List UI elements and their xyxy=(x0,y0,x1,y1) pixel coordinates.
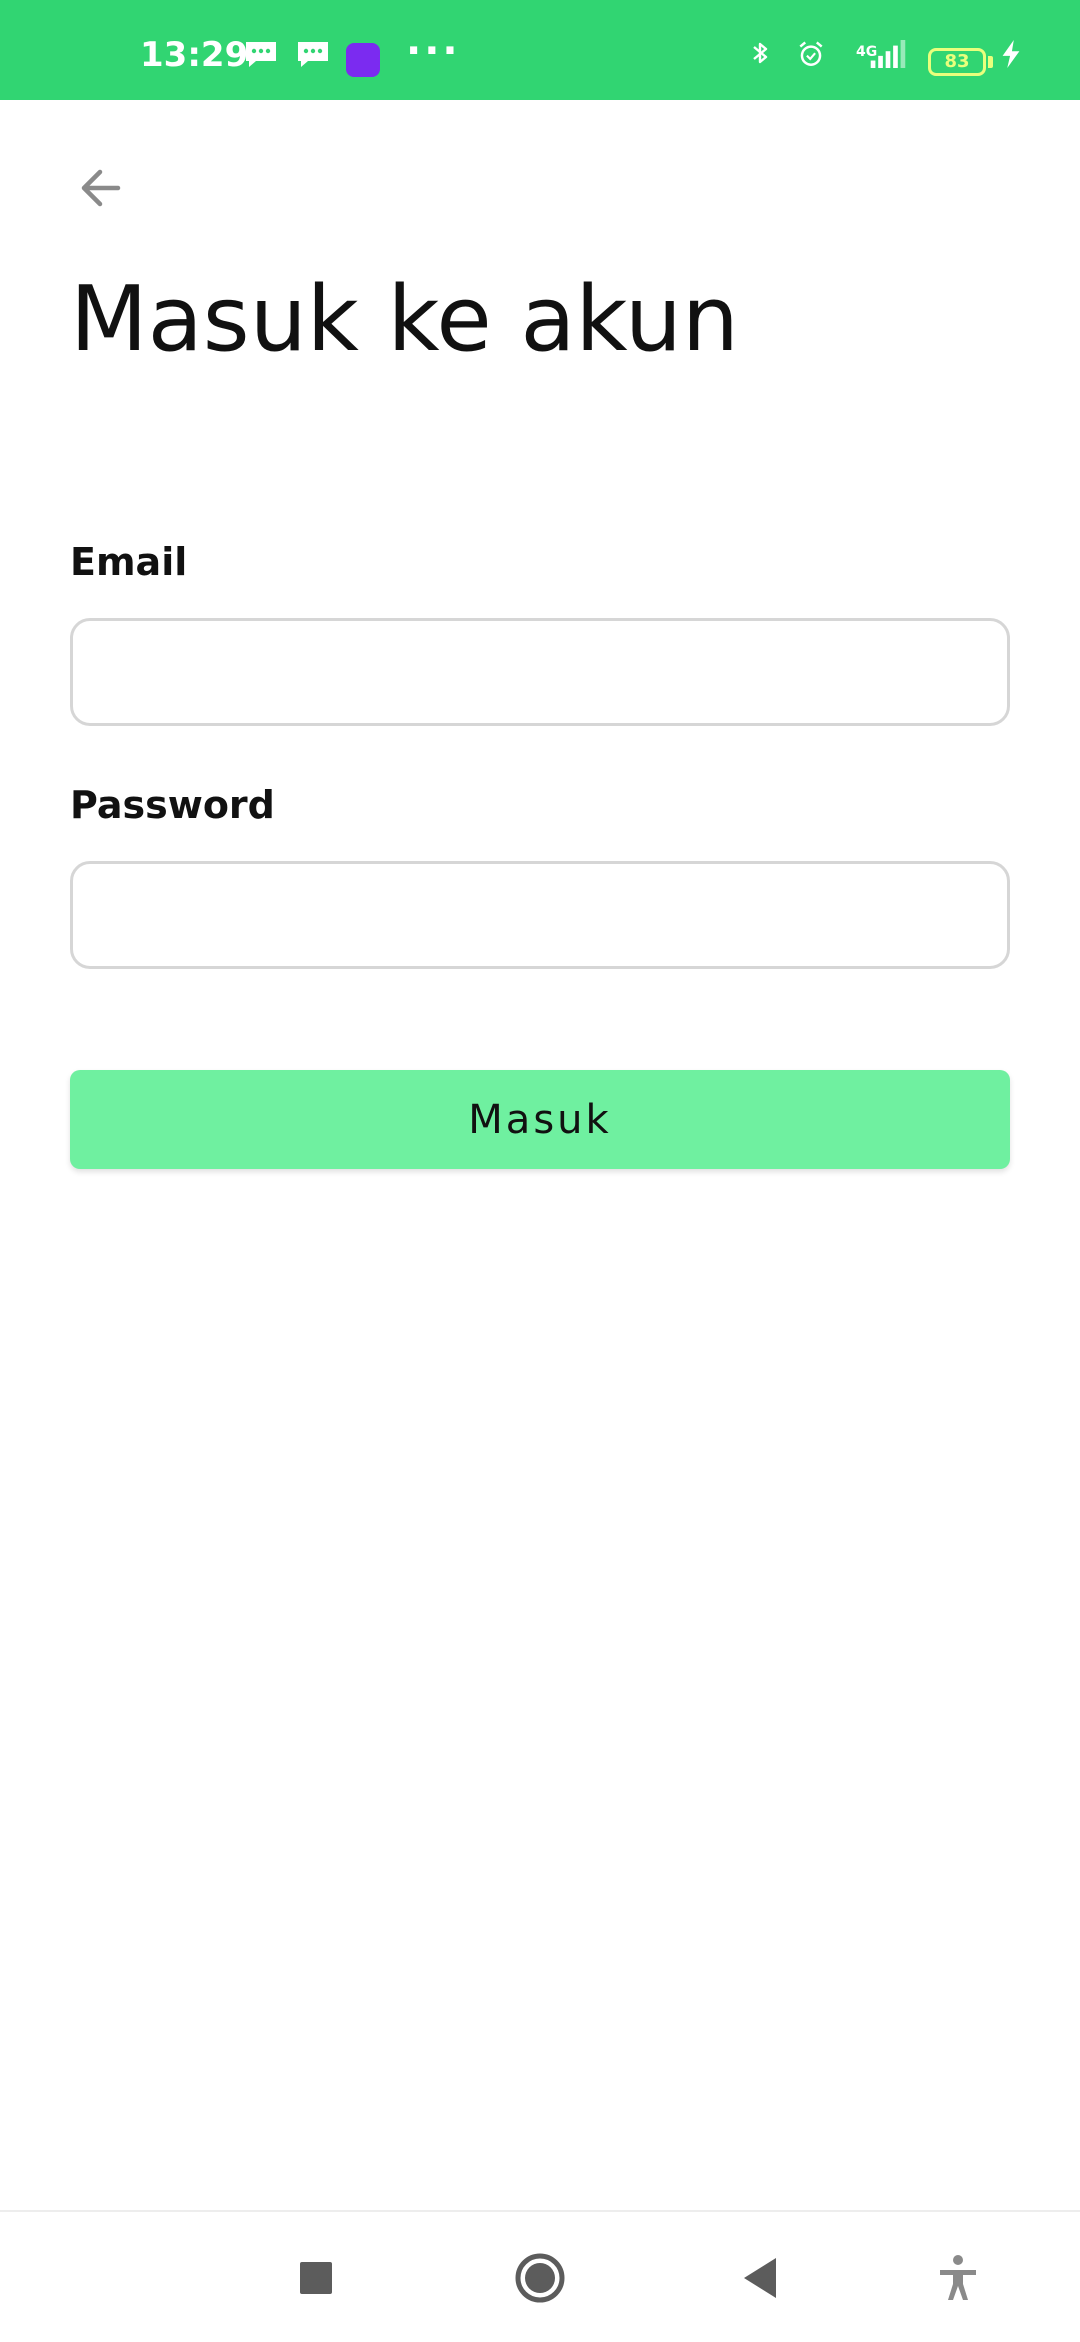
battery-icon: 83 xyxy=(928,48,986,76)
charging-icon xyxy=(1000,40,1022,68)
message-icon xyxy=(244,40,278,68)
arrow-left-icon xyxy=(81,169,121,207)
status-time: 13:29 xyxy=(140,35,249,75)
system-back-button[interactable] xyxy=(734,2250,790,2306)
page-title: Masuk ke akun xyxy=(70,267,739,372)
accessibility-icon xyxy=(940,2255,976,2300)
back-icon xyxy=(744,2258,776,2298)
back-button[interactable] xyxy=(72,160,128,216)
email-field[interactable] xyxy=(70,618,1010,726)
battery-tip xyxy=(988,56,993,68)
password-field[interactable] xyxy=(70,861,1010,969)
password-label: Password xyxy=(70,783,275,827)
login-button[interactable]: Masuk xyxy=(70,1070,1010,1169)
shopping-app-icon xyxy=(346,43,380,77)
recent-apps-button[interactable] xyxy=(288,2250,344,2306)
email-label: Email xyxy=(70,540,188,584)
status-bar: 13:29 ··· 4G 83 xyxy=(0,0,1080,100)
navigation-bar xyxy=(0,2210,1080,2342)
message-icon xyxy=(296,40,330,68)
more-notifications-icon: ··· xyxy=(406,28,461,74)
signal-icon xyxy=(852,40,910,68)
accessibility-button[interactable] xyxy=(930,2250,986,2306)
bluetooth-icon xyxy=(748,40,772,68)
home-button[interactable] xyxy=(512,2250,568,2306)
recent-apps-icon xyxy=(300,2262,332,2294)
home-icon xyxy=(515,2253,565,2303)
alarm-icon xyxy=(794,40,828,68)
